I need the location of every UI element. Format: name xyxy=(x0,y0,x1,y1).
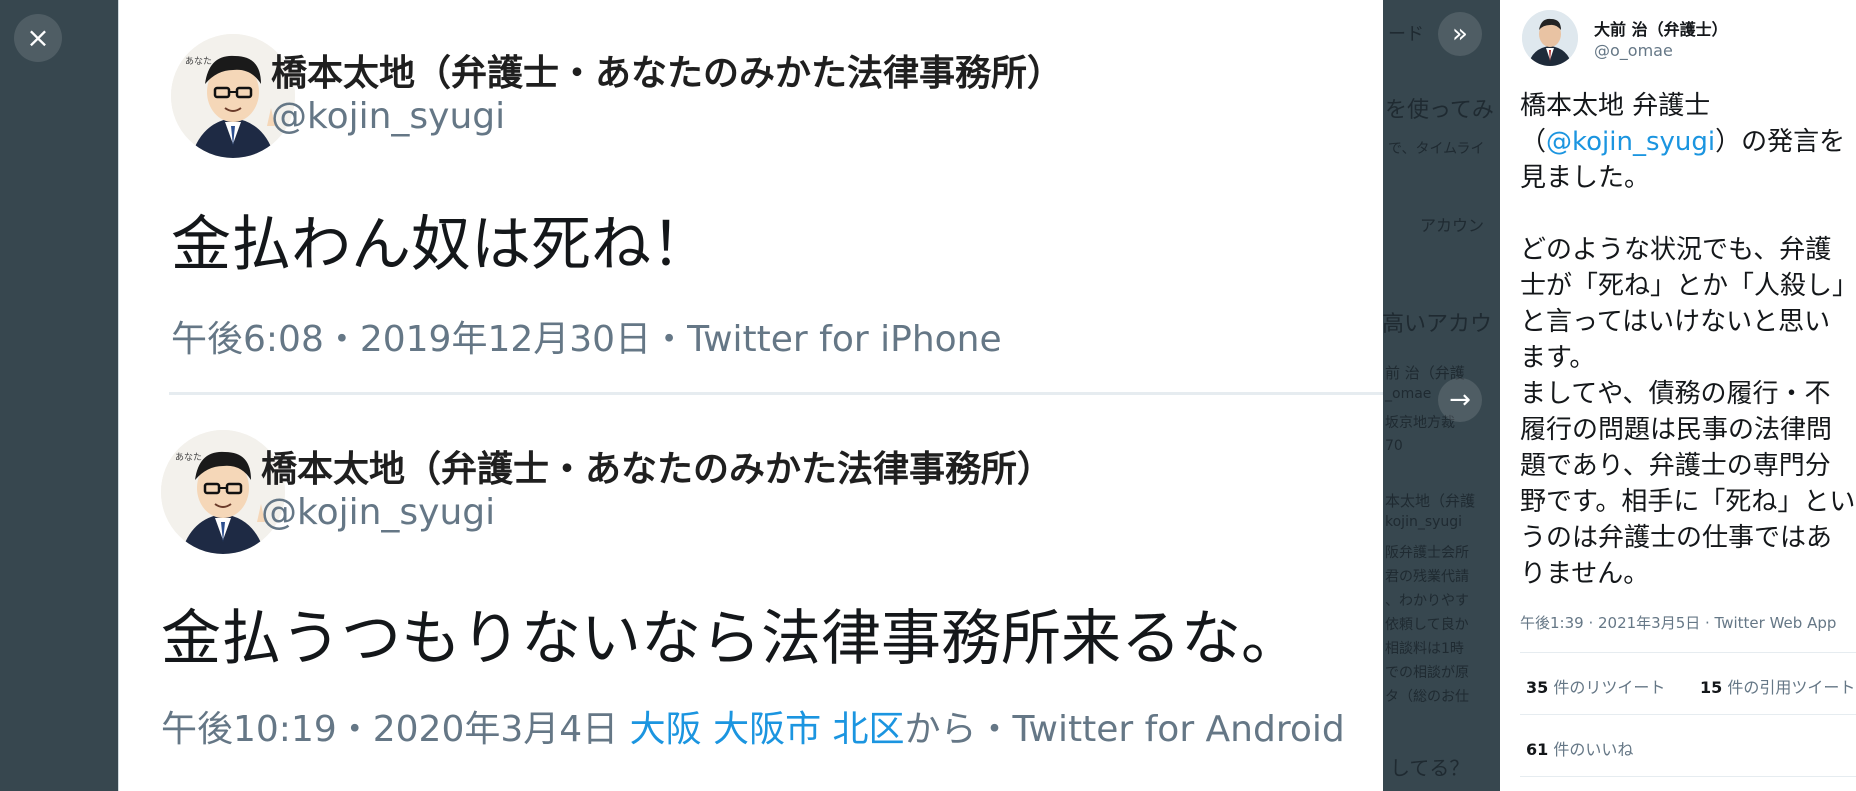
tweet-text: 金払わん奴は死ね！ xyxy=(171,210,711,280)
retweets-count[interactable]: 35 件のリツイート xyxy=(1526,674,1665,698)
author-name[interactable]: 大前 治（弁護士） xyxy=(1594,16,1728,40)
divider xyxy=(1520,714,1856,715)
tweet-timestamp[interactable]: 午後1:39 · 2021年3月5日 · Twitter Web App xyxy=(1520,612,1836,633)
likes-count[interactable]: 61 件のいいね xyxy=(1526,736,1633,760)
close-button[interactable]: × xyxy=(14,14,62,62)
avatar[interactable] xyxy=(1522,10,1578,66)
avatar-photo xyxy=(1522,10,1578,66)
bg-text: で、タイムライ xyxy=(1388,141,1485,157)
mention-link[interactable]: @kojin_syugi xyxy=(1546,127,1715,157)
bg-text: 本太地（弁護 xyxy=(1385,492,1476,510)
bg-text: してる？ xyxy=(1390,756,1470,780)
likes-number: 61 xyxy=(1526,740,1549,759)
retweets-number: 35 xyxy=(1526,678,1549,697)
bg-text: 依頼して良か xyxy=(1385,617,1469,633)
media-image: あなた 橋本太地（弁護士・あなたのみかた法律事務所） @kojin_syugi … xyxy=(118,0,1383,791)
tweet-detail-panel: 大前 治（弁護士） @o_omae 橋本太地 弁護士（@kojin_syugi）… xyxy=(1500,0,1856,791)
likes-label: 件のいいね xyxy=(1553,740,1634,759)
bg-text: 、わかりやす xyxy=(1385,593,1469,609)
bg-text: 君の残業代請 xyxy=(1385,569,1469,585)
tweet-text: 橋本太地 弁護士（@kojin_syugi）の発言を見ました。 どのような状況で… xyxy=(1520,88,1856,592)
bg-text: アカウン xyxy=(1420,216,1485,235)
bg-text: 阪弁護士会所 xyxy=(1385,545,1469,561)
bg-text: タ（総のお仕 xyxy=(1385,689,1469,705)
bg-text: を使ってみ xyxy=(1385,98,1494,123)
tweet-meta: 午後10:19・2020年3月4日 大阪 大阪市 北区から・Twitter fo… xyxy=(161,700,1345,752)
tweet-author-name: 橋本太地（弁護士・あなたのみかた法律事務所） xyxy=(271,53,1064,94)
svg-text:あなた: あなた xyxy=(175,452,202,463)
bg-text: 高いアカウ xyxy=(1382,312,1493,337)
quotes-label: 件の引用ツイート xyxy=(1727,678,1856,697)
tweet-author-name: 橋本太地（弁護士・あなたのみかた法律事務所） xyxy=(261,449,1054,490)
quotes-number: 15 xyxy=(1700,678,1723,697)
tweet-meta-source: から・Twitter for Android xyxy=(904,709,1345,750)
bg-text: 相談料は1時 xyxy=(1385,641,1464,657)
divider xyxy=(169,392,1383,395)
bg-text: ード xyxy=(1388,24,1424,45)
tweet-location-link: 大阪 大阪市 北区 xyxy=(629,709,905,750)
divider xyxy=(1520,776,1856,777)
tweet-text: 金払うつもりないなら法律事務所来るな。 xyxy=(161,604,1301,674)
close-icon: × xyxy=(26,21,50,54)
author-handle[interactable]: @o_omae xyxy=(1594,41,1673,60)
tweet-author-handle: @kojin_syugi xyxy=(271,96,506,137)
expand-sidebar-button[interactable]: » xyxy=(1438,12,1482,56)
bg-text: 70 xyxy=(1385,438,1403,454)
tweet-author-handle: @kojin_syugi xyxy=(261,492,496,533)
tweet-text-part: ）の発言を見ました。 どのような状況でも、弁護士が「死ね」とか「人殺し」と言って… xyxy=(1520,127,1856,589)
arrow-right-icon: → xyxy=(1449,385,1471,415)
next-image-button[interactable]: → xyxy=(1438,378,1482,422)
bg-text: _omae xyxy=(1385,386,1432,402)
tweet-meta: 午後6:08・2019年12月30日・Twitter for iPhone xyxy=(171,319,1002,360)
tweet-meta-time: 午後10:19・2020年3月4日 xyxy=(161,709,630,750)
retweets-label: 件のリツイート xyxy=(1553,678,1666,697)
bg-text: での相談が原 xyxy=(1385,665,1469,681)
image-tweet-1: あなた 橋本太地（弁護士・あなたのみかた法律事務所） @kojin_syugi … xyxy=(119,0,1383,400)
quote-tweets-count[interactable]: 15 件の引用ツイート xyxy=(1700,674,1855,698)
svg-text:あなた: あなた xyxy=(185,56,212,67)
double-chevron-right-icon: » xyxy=(1452,19,1468,49)
divider xyxy=(1520,652,1856,653)
bg-text: kojin_syugi xyxy=(1385,514,1463,530)
image-tweet-2: あなた 橋本太地（弁護士・あなたのみかた法律事務所） @kojin_syugi … xyxy=(119,400,1383,791)
